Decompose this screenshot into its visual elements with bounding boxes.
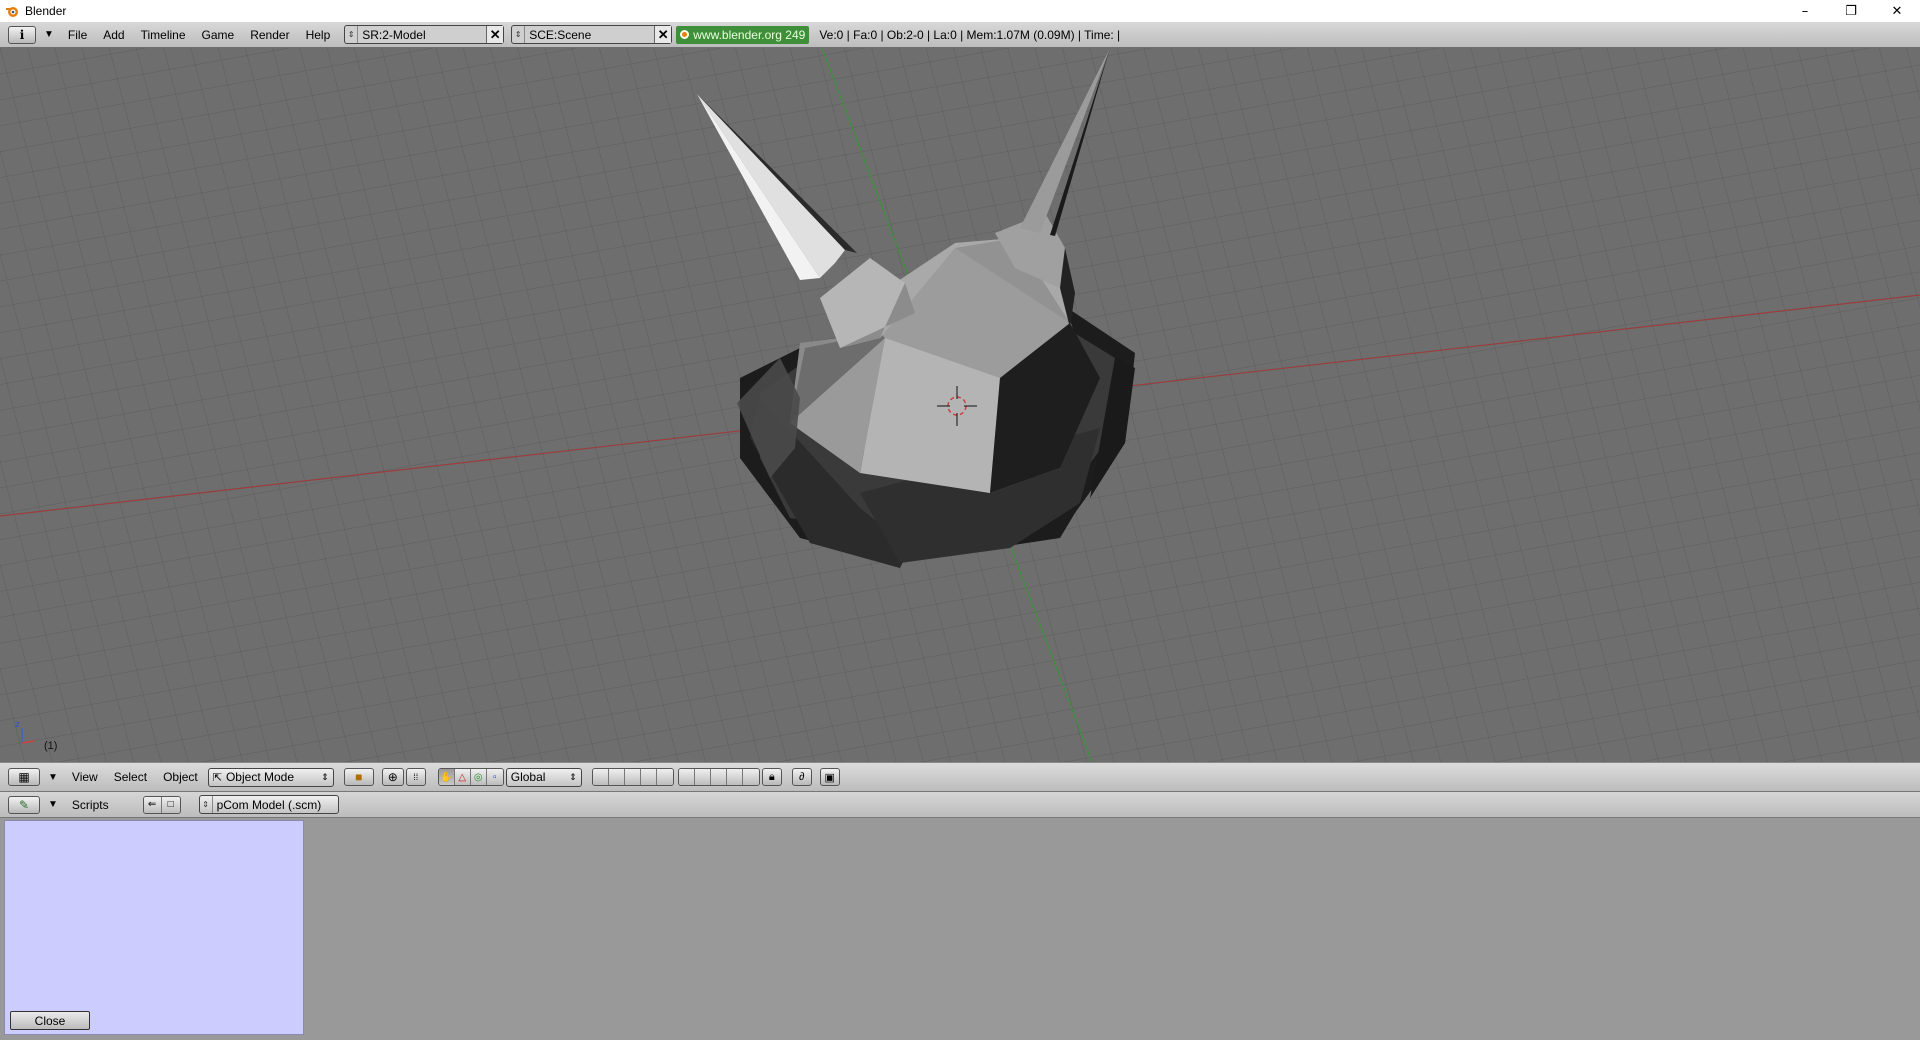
close-script-button[interactable]: Close [10,1011,90,1030]
blender-logo-icon [6,7,18,17]
menu-file[interactable]: File [60,26,95,44]
scripts-header: ✎ ▼ Scripts ⇐ □ ⇕ pCom Model (.scm) [0,792,1920,818]
draw-type-button[interactable]: ■ [343,768,374,786]
scale-manipulator-icon[interactable]: ▫ [486,769,503,785]
layer-7-button[interactable] [694,769,711,785]
pivot-button[interactable]: ⊕ [381,768,404,786]
script-name[interactable]: pCom Model (.scm) [213,798,338,812]
menu-select[interactable]: Select [106,768,155,786]
lock-layers-button[interactable]: 🔒︎ [761,768,782,786]
up-down-arrows-icon[interactable]: ⇕ [345,26,359,43]
blender-small-icon [680,30,690,39]
layers-group-b [677,768,760,786]
layers-group-a [591,768,674,786]
opengl-render-button[interactable]: ∂ [791,768,812,786]
script-selector[interactable]: ⇕ pCom Model (.scm) [198,795,339,814]
menu-object[interactable]: Object [155,768,206,786]
blender-website-text[interactable]: www.blender.org 249 [693,26,805,44]
layer-10-button[interactable] [742,769,759,785]
grid-window-icon: ▦ [18,770,30,784]
python-script-icon: ✎ [18,797,30,812]
blender-website-link[interactable]: www.blender.org 249 [676,25,810,44]
menu-help[interactable]: Help [298,26,339,44]
layer-toggle-button[interactable]: ⁞⁞ [405,768,426,786]
up-down-arrows-icon[interactable]: ⇕ [569,772,581,783]
current-frame-label: (1) [44,740,58,752]
layer-5-button[interactable] [656,769,673,785]
3d-view-header: ▦ ▼ View Select Object ⇱ Object Mode ⇕ ■… [0,762,1920,792]
viewport-canvas[interactable]: z [0,48,1920,762]
scripts-window-type-button[interactable]: ✎ [8,795,40,814]
rotate-manipulator-icon[interactable]: ◎ [470,769,487,785]
scripts-window-label: Scripts [71,797,109,812]
window-title: Blender [25,4,67,18]
orientation-label[interactable]: Global [507,770,569,784]
dotted-grid-icon: ⁞⁞ [413,772,419,782]
translate-manipulator-icon[interactable]: △ [454,769,471,785]
info-header: i ▼ File Add Timeline Game Render Help ⇕… [0,22,1920,48]
solid-cube-icon: ■ [355,770,363,784]
scripts-nav-group: ⇐ □ [142,795,181,814]
up-down-arrows-icon[interactable]: ⇕ [512,26,526,43]
layer-4-button[interactable] [640,769,657,785]
render-swirl-icon: ∂ [799,771,805,783]
mode-selector[interactable]: ⇱ Object Mode ⇕ [207,767,334,787]
scene-selector[interactable]: ⇕ SCE:Scene ✕ [511,25,673,44]
render-image-icon: ▣ [824,771,835,784]
pivot-point-icon: ⊕ [387,770,398,784]
up-down-arrows-icon[interactable]: ⇕ [321,772,333,783]
menu-render[interactable]: Render [242,26,297,44]
window-titlebar: Blender – ❐ ✕ [0,0,1920,22]
delete-scene-button[interactable]: ✕ [654,26,672,43]
layer-3-button[interactable] [624,769,641,785]
screen-selector[interactable]: ⇕ SR:2-Model ✕ [344,25,505,44]
layer-8-button[interactable] [710,769,727,785]
menu-game[interactable]: Game [194,26,243,44]
scene-statistics: Ve:0 | Fa:0 | Ob:2-0 | La:0 | Mem:1.07M … [819,27,1121,42]
layer-2-button[interactable] [608,769,625,785]
scene-name[interactable]: SCE:Scene [525,28,654,42]
delete-screen-button[interactable]: ✕ [486,26,504,43]
layer-9-button[interactable] [726,769,743,785]
collapse-menus-icon[interactable]: ▼ [48,772,58,783]
collapse-menus-icon[interactable]: ▼ [44,29,54,40]
mode-label[interactable]: Object Mode [224,770,321,784]
fullscreen-toggle-icon[interactable]: □ [161,796,180,813]
orientation-selector[interactable]: Global ⇕ [505,767,582,787]
render-view-button[interactable]: ▣ [819,768,840,786]
maximize-button[interactable]: ❐ [1828,0,1874,22]
axis-z-label: z [15,720,20,730]
screen-name[interactable]: SR:2-Model [358,28,486,42]
info-window-type-button[interactable]: i [8,25,36,44]
menu-view[interactable]: View [64,768,106,786]
menu-timeline[interactable]: Timeline [133,26,194,44]
script-ui-panel [4,820,304,1035]
close-window-button[interactable]: ✕ [1874,0,1920,22]
minimize-button[interactable]: – [1782,0,1828,22]
lock-icon: 🔒︎ [768,770,775,783]
3d-viewport[interactable]: z (1) [0,48,1920,762]
3d-window-type-button[interactable]: ▦ [8,768,40,786]
layer-6-button[interactable] [678,769,695,785]
info-icon: i [19,27,25,42]
up-down-arrows-icon[interactable]: ⇕ [200,796,213,813]
collapse-menus-icon[interactable]: ▼ [48,799,58,810]
back-arrow-icon[interactable]: ⇐ [143,796,162,813]
hand-manipulator-icon[interactable]: ✋ [438,769,455,785]
layer-1-button[interactable] [592,769,609,785]
manipulator-group: ✋ △ ◎ ▫ [437,768,504,786]
object-mode-icon: ⇱ [212,771,222,784]
menu-add[interactable]: Add [95,26,132,44]
